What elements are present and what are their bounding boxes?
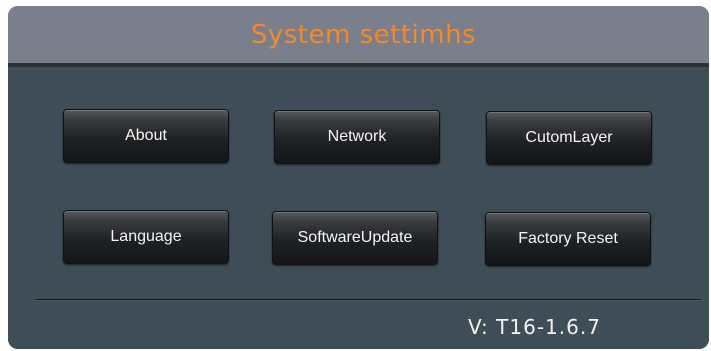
- version-label: V: T16-1.6.7: [468, 315, 601, 339]
- footer-divider: [36, 299, 701, 300]
- custom-layer-button[interactable]: CutomLayer: [486, 111, 652, 165]
- language-button[interactable]: Language: [63, 210, 229, 264]
- software-update-button[interactable]: SoftwareUpdate: [272, 211, 438, 265]
- settings-window: System settimhs About Network CutomLayer…: [8, 6, 709, 349]
- about-button[interactable]: About: [63, 109, 229, 163]
- title-bar: System settimhs: [8, 6, 709, 67]
- network-button[interactable]: Network: [274, 110, 440, 164]
- window-title: System settimhs: [250, 19, 477, 50]
- settings-panel: About Network CutomLayer Language Softwa…: [8, 67, 709, 349]
- factory-reset-button[interactable]: Factory Reset: [485, 212, 651, 266]
